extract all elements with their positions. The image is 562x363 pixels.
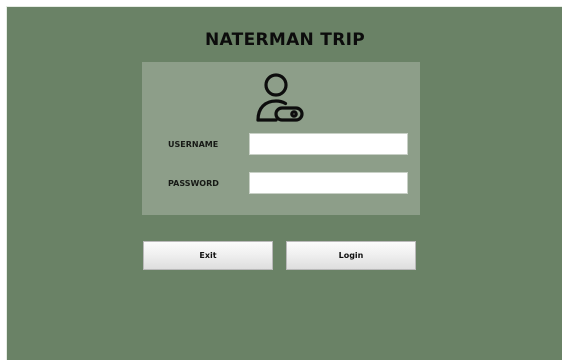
username-input[interactable]: [249, 133, 408, 155]
login-panel: USERNAME PASSWORD: [142, 62, 420, 215]
username-label: USERNAME: [168, 140, 219, 149]
app-title: NATERMAN TRIP: [205, 30, 365, 50]
password-label: PASSWORD: [168, 179, 219, 188]
exit-button[interactable]: Exit: [143, 241, 273, 270]
user-key-icon: [248, 70, 308, 124]
login-button[interactable]: Login: [286, 241, 416, 270]
login-window: NATERMAN TRIP USERNAME PASSWORD Exit Log…: [6, 6, 562, 363]
password-input[interactable]: [249, 172, 408, 194]
